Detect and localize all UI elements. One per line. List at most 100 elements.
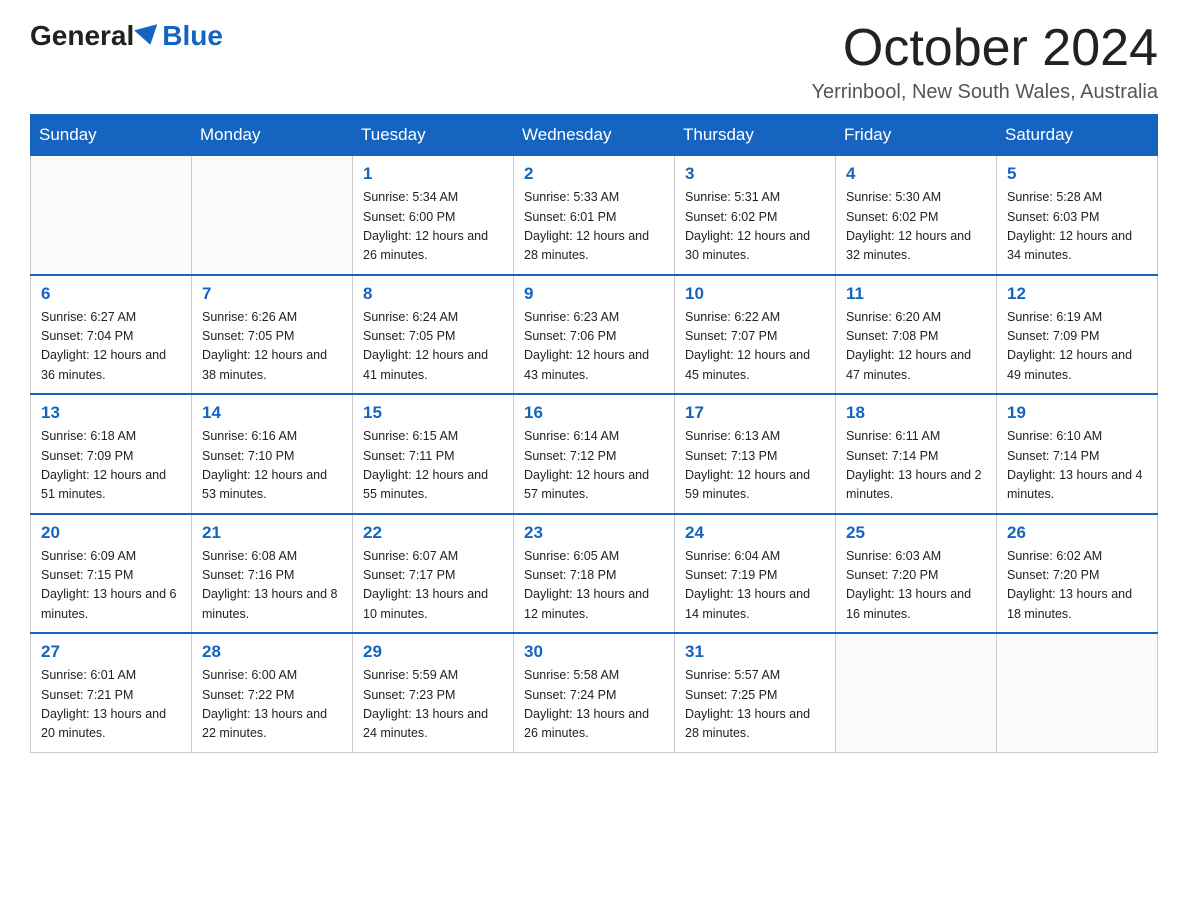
day-info: Sunrise: 6:11 AM Sunset: 7:14 PM Dayligh… <box>846 427 986 505</box>
day-info: Sunrise: 6:01 AM Sunset: 7:21 PM Dayligh… <box>41 666 181 744</box>
day-number: 19 <box>1007 403 1147 423</box>
day-of-week-header: Thursday <box>675 115 836 156</box>
calendar-week-row: 6 Sunrise: 6:27 AM Sunset: 7:04 PM Daylig… <box>31 275 1158 395</box>
calendar-day-cell <box>31 156 192 275</box>
logo-text: General Blue <box>30 20 223 52</box>
calendar-day-cell: 20 Sunrise: 6:09 AM Sunset: 7:15 PM Dayli… <box>31 514 192 634</box>
location-subtitle: Yerrinbool, New South Wales, Australia <box>812 81 1158 104</box>
day-number: 6 <box>41 284 181 304</box>
day-info: Sunrise: 6:16 AM Sunset: 7:10 PM Dayligh… <box>202 427 342 505</box>
calendar-day-cell: 27 Sunrise: 6:01 AM Sunset: 7:21 PM Dayli… <box>31 633 192 752</box>
day-number: 30 <box>524 642 664 662</box>
day-info: Sunrise: 6:23 AM Sunset: 7:06 PM Dayligh… <box>524 308 664 386</box>
calendar-day-cell: 28 Sunrise: 6:00 AM Sunset: 7:22 PM Dayli… <box>192 633 353 752</box>
day-number: 13 <box>41 403 181 423</box>
calendar-week-row: 27 Sunrise: 6:01 AM Sunset: 7:21 PM Dayli… <box>31 633 1158 752</box>
day-of-week-header: Sunday <box>31 115 192 156</box>
day-info: Sunrise: 6:27 AM Sunset: 7:04 PM Dayligh… <box>41 308 181 386</box>
calendar-day-cell: 10Sunrise: 6:22 AM Sunset: 7:07 PM Dayli… <box>675 275 836 395</box>
day-of-week-header: Friday <box>836 115 997 156</box>
day-number: 8 <box>363 284 503 304</box>
day-info: Sunrise: 5:30 AM Sunset: 6:02 PM Dayligh… <box>846 188 986 266</box>
calendar-day-cell: 26 Sunrise: 6:02 AM Sunset: 7:20 PM Dayli… <box>997 514 1158 634</box>
day-info: Sunrise: 5:58 AM Sunset: 7:24 PM Dayligh… <box>524 666 664 744</box>
calendar-day-cell <box>192 156 353 275</box>
calendar-day-cell: 13Sunrise: 6:18 AM Sunset: 7:09 PM Dayli… <box>31 394 192 514</box>
day-number: 21 <box>202 523 342 543</box>
calendar-day-cell: 5Sunrise: 5:28 AM Sunset: 6:03 PM Daylig… <box>997 156 1158 275</box>
calendar-day-cell: 2Sunrise: 5:33 AM Sunset: 6:01 PM Daylig… <box>514 156 675 275</box>
day-info: Sunrise: 6:26 AM Sunset: 7:05 PM Dayligh… <box>202 308 342 386</box>
calendar-day-cell: 17 Sunrise: 6:13 AM Sunset: 7:13 PM Dayli… <box>675 394 836 514</box>
day-number: 24 <box>685 523 825 543</box>
day-number: 2 <box>524 164 664 184</box>
day-info: Sunrise: 5:57 AM Sunset: 7:25 PM Dayligh… <box>685 666 825 744</box>
day-number: 7 <box>202 284 342 304</box>
calendar-day-cell: 11Sunrise: 6:20 AM Sunset: 7:08 PM Dayli… <box>836 275 997 395</box>
day-info: Sunrise: 6:24 AM Sunset: 7:05 PM Dayligh… <box>363 308 503 386</box>
day-info: Sunrise: 6:00 AM Sunset: 7:22 PM Dayligh… <box>202 666 342 744</box>
logo-blue: Blue <box>162 20 223 52</box>
day-number: 22 <box>363 523 503 543</box>
calendar-day-cell: 6 Sunrise: 6:27 AM Sunset: 7:04 PM Daylig… <box>31 275 192 395</box>
day-info: Sunrise: 6:02 AM Sunset: 7:20 PM Dayligh… <box>1007 547 1147 625</box>
day-number: 1 <box>363 164 503 184</box>
day-info: Sunrise: 6:22 AM Sunset: 7:07 PM Dayligh… <box>685 308 825 386</box>
calendar-day-cell: 25 Sunrise: 6:03 AM Sunset: 7:20 PM Dayli… <box>836 514 997 634</box>
calendar-day-cell: 7 Sunrise: 6:26 AM Sunset: 7:05 PM Daylig… <box>192 275 353 395</box>
calendar-day-cell: 16 Sunrise: 6:14 AM Sunset: 7:12 PM Dayli… <box>514 394 675 514</box>
day-info: Sunrise: 5:59 AM Sunset: 7:23 PM Dayligh… <box>363 666 503 744</box>
day-of-week-header: Wednesday <box>514 115 675 156</box>
calendar-day-cell: 8 Sunrise: 6:24 AM Sunset: 7:05 PM Daylig… <box>353 275 514 395</box>
day-info: Sunrise: 6:09 AM Sunset: 7:15 PM Dayligh… <box>41 547 181 625</box>
day-number: 20 <box>41 523 181 543</box>
calendar-week-row: 1 Sunrise: 5:34 AM Sunset: 6:00 PM Daylig… <box>31 156 1158 275</box>
calendar-day-cell: 12 Sunrise: 6:19 AM Sunset: 7:09 PM Dayli… <box>997 275 1158 395</box>
calendar-day-cell: 15 Sunrise: 6:15 AM Sunset: 7:11 PM Dayli… <box>353 394 514 514</box>
day-number: 25 <box>846 523 986 543</box>
header: General Blue October 2024 Yerrinbool, Ne… <box>30 20 1158 104</box>
day-info: Sunrise: 5:34 AM Sunset: 6:00 PM Dayligh… <box>363 188 503 266</box>
title-area: October 2024 Yerrinbool, New South Wales… <box>812 20 1158 104</box>
day-number: 11 <box>846 284 986 304</box>
calendar-day-cell: 23 Sunrise: 6:05 AM Sunset: 7:18 PM Dayli… <box>514 514 675 634</box>
calendar-day-cell: 14 Sunrise: 6:16 AM Sunset: 7:10 PM Dayli… <box>192 394 353 514</box>
day-number: 26 <box>1007 523 1147 543</box>
calendar-day-cell: 24Sunrise: 6:04 AM Sunset: 7:19 PM Dayli… <box>675 514 836 634</box>
logo-general: General <box>30 20 134 52</box>
calendar-day-cell: 29Sunrise: 5:59 AM Sunset: 7:23 PM Dayli… <box>353 633 514 752</box>
day-number: 9 <box>524 284 664 304</box>
calendar-day-cell: 21 Sunrise: 6:08 AM Sunset: 7:16 PM Dayli… <box>192 514 353 634</box>
calendar-day-cell: 31Sunrise: 5:57 AM Sunset: 7:25 PM Dayli… <box>675 633 836 752</box>
day-number: 27 <box>41 642 181 662</box>
logo-triangle-icon <box>134 24 162 48</box>
day-info: Sunrise: 6:19 AM Sunset: 7:09 PM Dayligh… <box>1007 308 1147 386</box>
day-info: Sunrise: 6:10 AM Sunset: 7:14 PM Dayligh… <box>1007 427 1147 505</box>
day-info: Sunrise: 6:15 AM Sunset: 7:11 PM Dayligh… <box>363 427 503 505</box>
calendar-day-cell: 22 Sunrise: 6:07 AM Sunset: 7:17 PM Dayli… <box>353 514 514 634</box>
day-number: 28 <box>202 642 342 662</box>
day-of-week-header: Monday <box>192 115 353 156</box>
day-number: 18 <box>846 403 986 423</box>
day-number: 17 <box>685 403 825 423</box>
calendar-day-cell: 4Sunrise: 5:30 AM Sunset: 6:02 PM Daylig… <box>836 156 997 275</box>
day-info: Sunrise: 6:13 AM Sunset: 7:13 PM Dayligh… <box>685 427 825 505</box>
calendar-day-cell: 1 Sunrise: 5:34 AM Sunset: 6:00 PM Daylig… <box>353 156 514 275</box>
calendar-header-row: SundayMondayTuesdayWednesdayThursdayFrid… <box>31 115 1158 156</box>
calendar-week-row: 20 Sunrise: 6:09 AM Sunset: 7:15 PM Dayli… <box>31 514 1158 634</box>
day-number: 15 <box>363 403 503 423</box>
calendar-day-cell <box>997 633 1158 752</box>
day-number: 14 <box>202 403 342 423</box>
day-info: Sunrise: 6:08 AM Sunset: 7:16 PM Dayligh… <box>202 547 342 625</box>
day-info: Sunrise: 6:03 AM Sunset: 7:20 PM Dayligh… <box>846 547 986 625</box>
calendar: SundayMondayTuesdayWednesdayThursdayFrid… <box>30 114 1158 753</box>
day-number: 16 <box>524 403 664 423</box>
day-number: 12 <box>1007 284 1147 304</box>
day-info: Sunrise: 6:14 AM Sunset: 7:12 PM Dayligh… <box>524 427 664 505</box>
day-info: Sunrise: 6:05 AM Sunset: 7:18 PM Dayligh… <box>524 547 664 625</box>
calendar-day-cell <box>836 633 997 752</box>
calendar-day-cell: 30 Sunrise: 5:58 AM Sunset: 7:24 PM Dayli… <box>514 633 675 752</box>
day-info: Sunrise: 6:07 AM Sunset: 7:17 PM Dayligh… <box>363 547 503 625</box>
day-number: 23 <box>524 523 664 543</box>
day-info: Sunrise: 5:31 AM Sunset: 6:02 PM Dayligh… <box>685 188 825 266</box>
